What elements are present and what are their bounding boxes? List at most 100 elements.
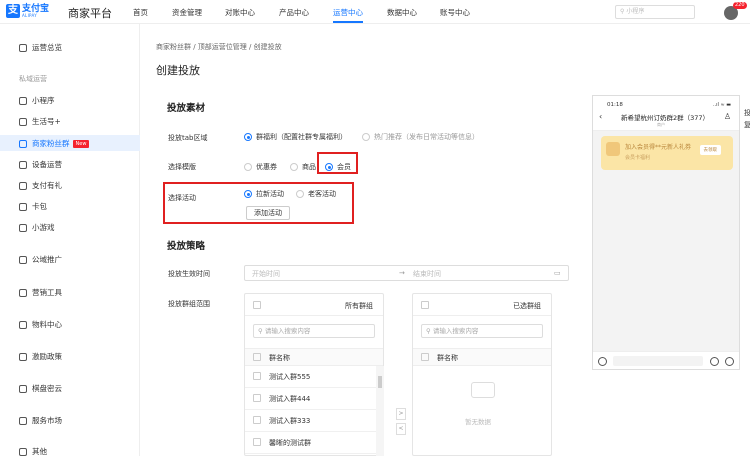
other-icon: [19, 447, 27, 456]
sidebar-item-mini-program[interactable]: 小程序: [19, 95, 55, 106]
card-claim-button: 去领取: [699, 145, 721, 155]
sidebar-item-device[interactable]: 设备运营: [19, 159, 62, 170]
search-icon: ⚲: [426, 327, 433, 335]
nav-products[interactable]: 产品中心: [279, 7, 309, 18]
sidebar-item-cloud[interactable]: 棋盘密云: [19, 383, 62, 394]
row-checkbox[interactable]: [253, 416, 261, 424]
phone-time: 01:18: [607, 102, 623, 108]
selected-search-input[interactable]: ⚲ 请输入搜索内容: [421, 324, 543, 338]
alipay-logo[interactable]: 支 支付宝 ALIPAY: [6, 4, 49, 18]
incentive-icon: [19, 352, 27, 361]
active-nav-underline: [333, 21, 363, 23]
sidebar-item-card[interactable]: 卡包: [19, 201, 47, 212]
new-badge: New: [72, 139, 90, 148]
transfer-left-button[interactable]: <: [396, 423, 406, 435]
radio-group-welfare[interactable]: 群福利（配置社群专属福利）: [244, 132, 347, 142]
panel-header: 所有群组: [245, 294, 383, 316]
sidebar-item-incentive[interactable]: 激励政策: [19, 351, 62, 362]
add-activity-button[interactable]: 添加活动: [246, 206, 290, 220]
notification-badge: 220: [733, 2, 747, 9]
card-title: 加入会员得**元新人礼券: [625, 144, 692, 151]
sidebar-item-other[interactable]: 其他: [19, 446, 47, 456]
card-thumbnail-icon: [606, 142, 620, 156]
alipay-logo-icon: 支: [6, 4, 20, 18]
game-icon: [19, 223, 27, 232]
effective-time-label: 投放生效时间: [168, 270, 210, 278]
card-subtitle: 会员卡福利: [625, 155, 651, 161]
sidebar-item-game[interactable]: 小游戏: [19, 222, 55, 233]
select-all-checkbox[interactable]: [421, 301, 429, 309]
breadcrumb[interactable]: 商家粉丝群 / 顶部运营位管理 / 创建投放: [156, 42, 282, 52]
table-row[interactable]: 测试入群333: [245, 410, 383, 432]
edge-text-1: 投: [744, 109, 750, 117]
nav-funds[interactable]: 资金管理: [172, 7, 202, 18]
header-checkbox[interactable]: [421, 353, 429, 361]
platform-name: 商家平台: [68, 7, 112, 20]
nav-operations[interactable]: 运营中心: [333, 7, 363, 18]
radio-dot: [244, 133, 252, 141]
fan-group-icon: [19, 139, 27, 148]
col-group-name: 群名称: [269, 354, 290, 362]
sidebar-item-material[interactable]: 物料中心: [19, 319, 62, 330]
sidebar-item-fan-group[interactable]: 商家粉丝群 New: [19, 138, 90, 149]
scrollbar-thumb[interactable]: [378, 376, 382, 388]
row-checkbox[interactable]: [253, 438, 261, 446]
table-row[interactable]: 测试入群444: [245, 388, 383, 410]
col-group-name: 群名称: [437, 354, 458, 362]
highlight-box-member: [317, 152, 358, 174]
back-chevron-icon: ‹: [599, 112, 603, 121]
logo-en-text: ALIPAY: [22, 12, 37, 18]
phone-chat-title: 新希望杭州订奶群2群（377）: [621, 114, 710, 122]
sidebar-item-public-promo[interactable]: 公域推广: [19, 254, 62, 265]
table-row[interactable]: 测试入群555: [245, 366, 383, 388]
radio-product[interactable]: 商品: [290, 162, 316, 172]
empty-box-icon: [471, 382, 495, 398]
nav-home[interactable]: 首页: [133, 7, 148, 18]
search-icon: ⚲: [620, 8, 625, 15]
sidebar-item-overview[interactable]: 运营总览: [19, 42, 62, 53]
group-range-label: 投放群组范围: [168, 300, 210, 308]
table-row[interactable]: 馨晰的测试群: [245, 432, 383, 454]
empty-state-text: 暂无数据: [465, 418, 491, 426]
activity-label: 选择活动: [168, 194, 196, 202]
sidebar-group-private: 私域运营: [19, 75, 47, 83]
nav-data[interactable]: 数据中心: [387, 7, 417, 18]
sidebar: 运营总览 私域运营 小程序 生活号+ 商家粉丝群 New 设备运营 支付有礼 卡…: [0, 24, 140, 456]
row-checkbox[interactable]: [253, 394, 261, 402]
phone-input-bar: [593, 351, 739, 369]
cloud-icon: [19, 384, 27, 393]
scrollbar[interactable]: [376, 366, 384, 456]
select-all-checkbox[interactable]: [253, 301, 261, 309]
end-time-placeholder: 结束时间: [413, 270, 441, 278]
calendar-icon: ▭: [554, 269, 561, 277]
sidebar-item-pay-gift[interactable]: 支付有礼: [19, 180, 62, 191]
search-placeholder: 小程序: [626, 8, 645, 15]
row-checkbox[interactable]: [253, 372, 261, 380]
sidebar-item-market[interactable]: 服务市场: [19, 415, 62, 426]
date-range-picker[interactable]: 开始时间 → 结束时间 ▭: [244, 265, 569, 281]
header-checkbox[interactable]: [253, 353, 261, 361]
sidebar-item-life-account[interactable]: 生活号+: [19, 116, 61, 127]
phone-status-icons: ..ıl ≈ ▬: [712, 102, 731, 108]
phone-header: 01:18 ..ıl ≈ ▬ ‹ 新希望杭州订奶群2群（377） 商户 ♙: [593, 96, 739, 131]
group-search-input[interactable]: ⚲ 请输入搜索内容: [253, 324, 375, 338]
page-title: 创建投放: [156, 64, 200, 77]
section-title-material: 投放素材: [167, 103, 206, 114]
transfer-right-button[interactable]: >: [396, 408, 406, 420]
gift-icon: [19, 181, 27, 190]
selected-groups-title: 已选群组: [513, 302, 541, 310]
radio-hot-recommend[interactable]: 热门推荐（发布日常活动等信息）: [362, 132, 479, 142]
marketing-icon: [19, 288, 27, 297]
nav-reconciliation[interactable]: 对账中心: [225, 7, 255, 18]
nav-account[interactable]: 账号中心: [440, 7, 470, 18]
radio-old-activity[interactable]: 老客活动: [296, 189, 336, 199]
plus-icon: [725, 357, 734, 366]
radio-new-activity[interactable]: 拉新活动: [244, 189, 284, 199]
radio-coupon[interactable]: 优惠券: [244, 162, 277, 172]
top-search-input[interactable]: ⚲ 小程序: [615, 5, 695, 19]
life-account-icon: [19, 117, 27, 126]
edge-text-2: 复: [744, 121, 750, 129]
all-groups-panel: 所有群组 ⚲ 请输入搜索内容 群名称 测试入群555 测试入群444 测试入群3…: [244, 293, 384, 456]
radio-dot: [296, 190, 304, 198]
sidebar-item-marketing[interactable]: 营销工具: [19, 287, 62, 298]
